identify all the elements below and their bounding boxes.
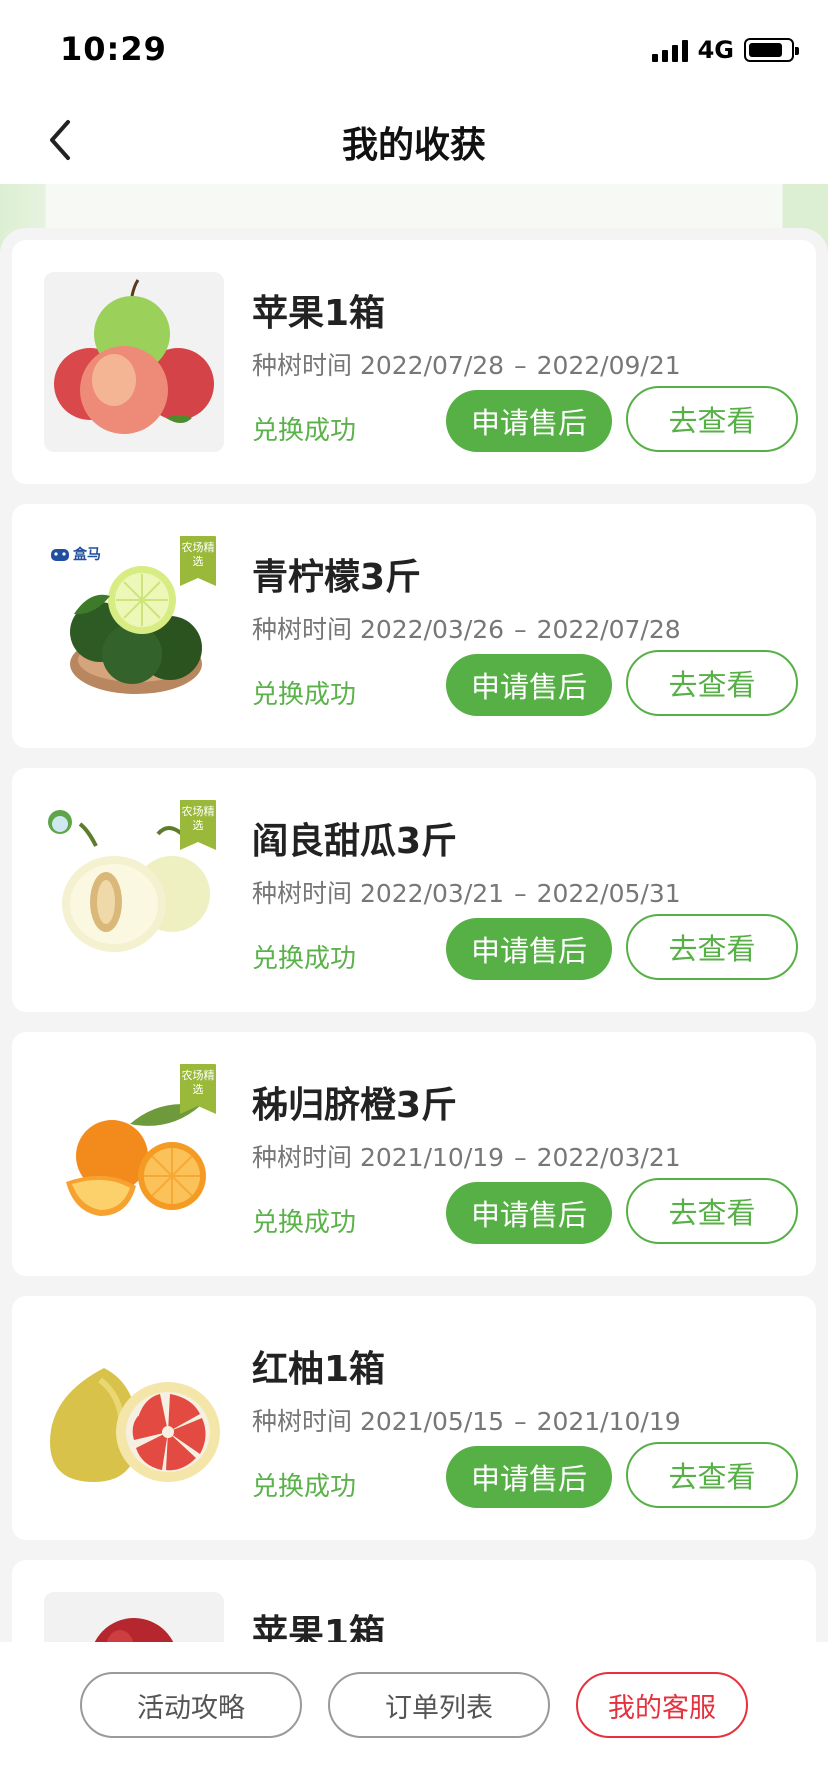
period-separator: –: [514, 1407, 527, 1436]
harvest-card: 农场精选 阎良甜瓜3斤 种树时间 2022/03/21–2022/05/31 兑…: [12, 768, 816, 1012]
hippo-logo-icon: [51, 549, 69, 561]
harvest-card: 苹果1箱 种树时间 2022/07/28–2022/09/21 兑换成功 申请售…: [12, 240, 816, 484]
activity-guide-button[interactable]: 活动攻略: [80, 1672, 302, 1738]
period-end: 2022/03/21: [536, 1143, 681, 1172]
period-start: 2022/03/26: [359, 615, 505, 644]
exchange-status: 兑换成功: [252, 944, 357, 974]
planting-period: 种树时间 2022/03/26–2022/07/28: [252, 610, 681, 646]
status-time: 10:29: [60, 30, 167, 68]
period-start: 2021/05/15: [359, 1407, 505, 1436]
period-start: 2022/03/21: [359, 879, 505, 908]
order-list-button[interactable]: 订单列表: [328, 1672, 550, 1738]
product-image: 农场精选: [44, 1064, 224, 1244]
period-start: 2021/10/19: [359, 1143, 505, 1172]
planting-period: 种树时间 2021/10/19–2022/03/21: [252, 1138, 681, 1174]
after-sale-button[interactable]: 申请售后: [446, 390, 612, 452]
product-name: 秭归脐橙3斤: [252, 1085, 458, 1126]
product-image: 盒马 农场精选: [44, 536, 224, 716]
product-name: 青柠檬3斤: [252, 557, 422, 598]
brand-name: 盒马: [73, 547, 101, 563]
status-indicators: 4G: [651, 34, 799, 66]
product-name: 红柚1箱: [252, 1349, 386, 1390]
product-image: [44, 272, 224, 452]
after-sale-button[interactable]: 申请售后: [446, 1446, 612, 1508]
exchange-status: 兑换成功: [252, 680, 357, 710]
after-sale-button[interactable]: 申请售后: [446, 1182, 612, 1244]
bottom-action-bar: 活动攻略 订单列表 我的客服: [0, 1642, 828, 1792]
exchange-status: 兑换成功: [252, 1208, 357, 1238]
view-button[interactable]: 去查看: [626, 1442, 798, 1508]
period-end: 2022/09/21: [536, 351, 681, 380]
page-title: 我的收获: [341, 125, 486, 166]
period-separator: –: [514, 351, 527, 380]
view-button[interactable]: 去查看: [626, 650, 798, 716]
period-end: 2021/10/19: [536, 1407, 681, 1436]
harvest-card: 农场精选 秭归脐橙3斤 种树时间 2021/10/19–2022/03/21 兑…: [12, 1032, 816, 1276]
view-button[interactable]: 去查看: [626, 386, 798, 452]
product-image: [44, 1328, 224, 1508]
network-type: 4G: [697, 36, 734, 64]
view-button[interactable]: 去查看: [626, 1178, 798, 1244]
period-label: 种树时间: [252, 615, 353, 644]
status-bar: 10:29 4G: [0, 0, 828, 96]
cellular-signal-icon: [651, 38, 688, 62]
planting-period: 种树时间 2022/07/28–2022/09/21: [252, 346, 681, 382]
view-button[interactable]: 去查看: [626, 914, 798, 980]
battery-icon: [744, 38, 799, 62]
customer-service-button[interactable]: 我的客服: [576, 1672, 748, 1738]
product-name: 苹果1箱: [252, 293, 386, 334]
product-image: 农场精选: [44, 800, 224, 980]
period-separator: –: [514, 879, 527, 908]
period-separator: –: [514, 615, 527, 644]
planting-period: 种树时间 2022/03/21–2022/05/31: [252, 874, 681, 910]
period-start: 2022/07/28: [359, 351, 505, 380]
nav-bar: 我的收获: [0, 96, 828, 184]
exchange-status: 兑换成功: [252, 1472, 357, 1502]
brand-logo: 盒马: [50, 544, 101, 564]
after-sale-button[interactable]: 申请售后: [446, 918, 612, 980]
farm-select-badge: 农场精选: [180, 536, 216, 586]
after-sale-button[interactable]: 申请售后: [446, 654, 612, 716]
harvest-card: 盒马 农场精选 青柠檬3斤 种树时间 2022/03/26–2022/07/28…: [12, 504, 816, 748]
product-name: 阎良甜瓜3斤: [252, 821, 458, 862]
period-label: 种树时间: [252, 1407, 353, 1436]
period-end: 2022/07/28: [536, 615, 681, 644]
period-label: 种树时间: [252, 1143, 353, 1172]
harvest-card: 红柚1箱 种树时间 2021/05/15–2021/10/19 兑换成功 申请售…: [12, 1296, 816, 1540]
exchange-status: 兑换成功: [252, 416, 357, 446]
farm-select-badge: 农场精选: [180, 800, 216, 850]
period-label: 种树时间: [252, 879, 353, 908]
period-label: 种树时间: [252, 351, 353, 380]
farm-select-badge: 农场精选: [180, 1064, 216, 1114]
period-separator: –: [514, 1143, 527, 1172]
period-end: 2022/05/31: [536, 879, 681, 908]
planting-period: 种树时间 2021/05/15–2021/10/19: [252, 1402, 681, 1438]
